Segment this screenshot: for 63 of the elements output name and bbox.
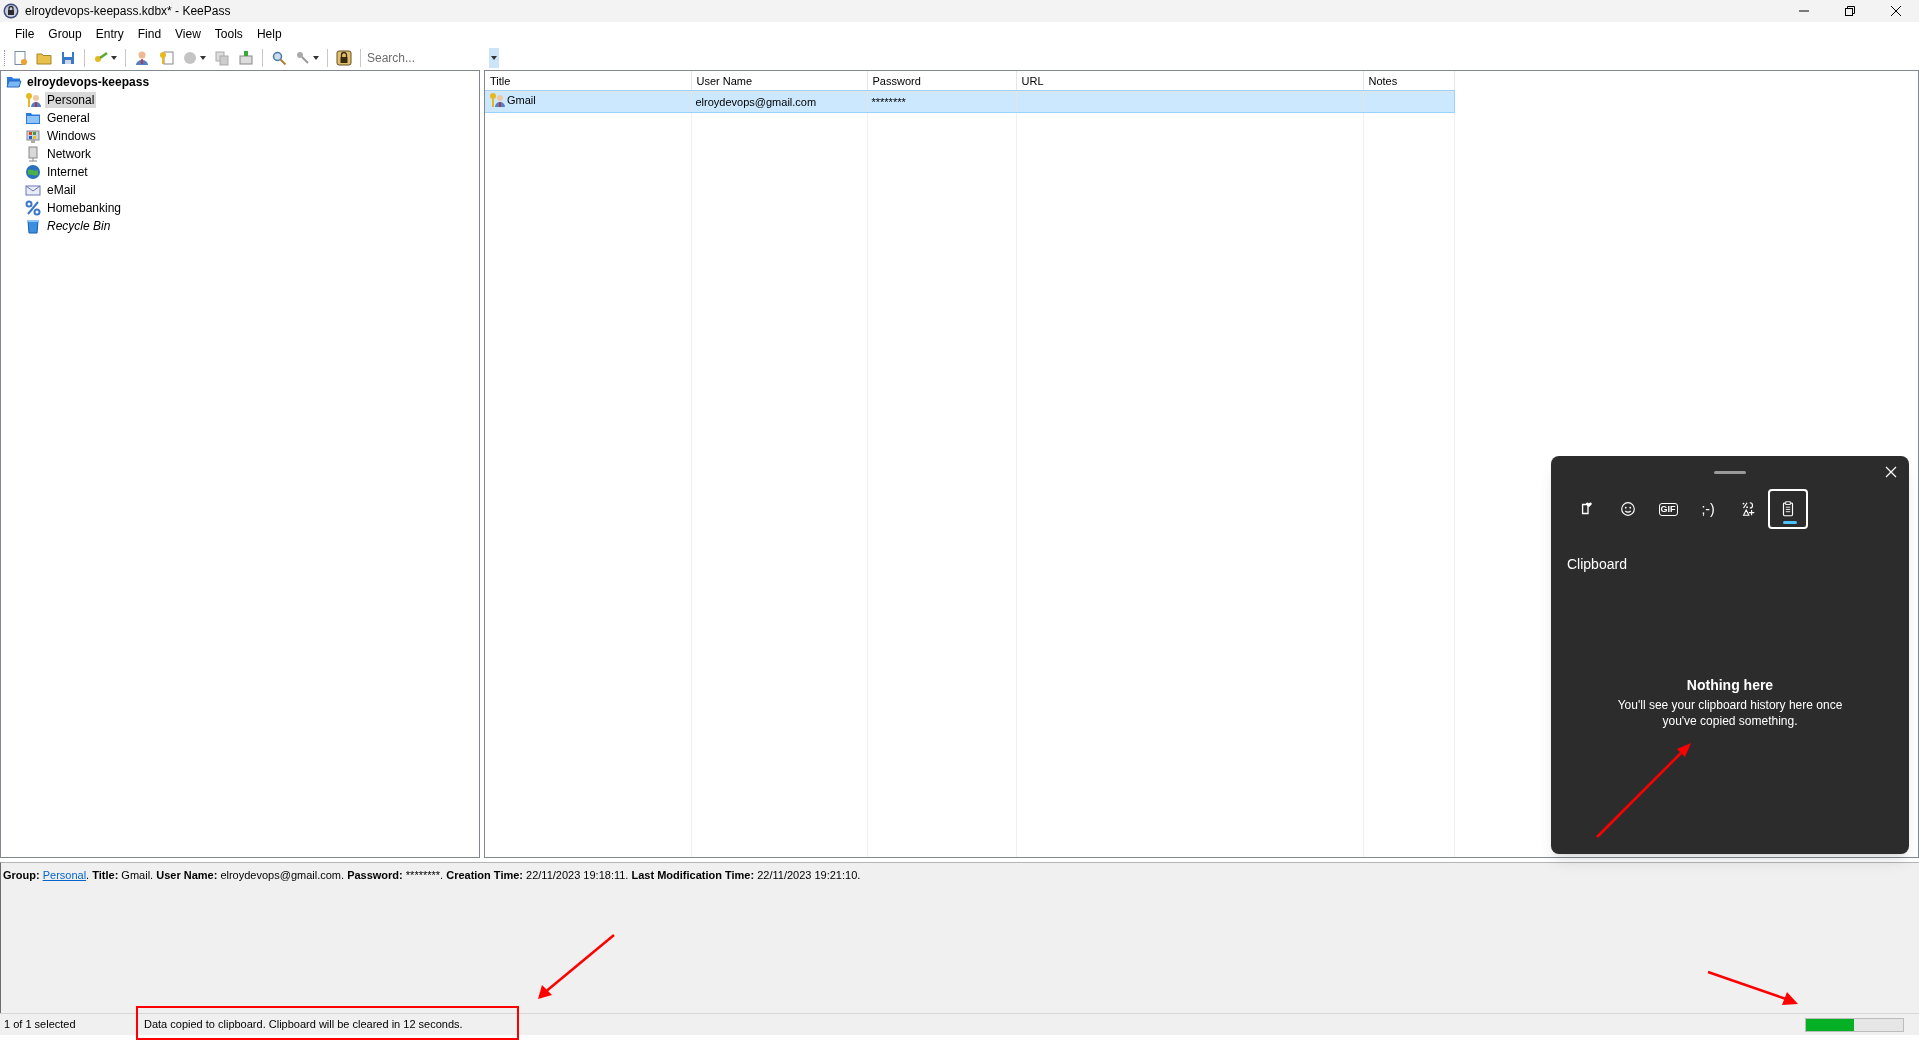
entry-details: Group: Personal. Title: Gmail. User Name: elroydevops@gmail.com. Password: ********. Creation Time: 22/11/2023 19:18:11. Last Modification Time: 22/11/2023 19:21:10. <box>3 868 862 883</box>
caret-icon <box>491 56 497 60</box>
panel-heading: Clipboard <box>1567 555 1628 574</box>
tree-item[interactable]: Personal <box>45 92 97 108</box>
envelope-icon <box>25 182 41 198</box>
server-icon <box>25 146 41 162</box>
table-cell-text: ******** <box>871 94 906 110</box>
tree-item[interactable]: Windows <box>45 128 98 144</box>
close-button[interactable] <box>1883 464 1899 480</box>
folder-icon <box>36 50 52 66</box>
app-lock-icon <box>3 3 19 19</box>
tree-item[interactable]: General <box>45 110 92 126</box>
percent-icon <box>25 200 41 216</box>
smiley-icon <box>1619 500 1637 518</box>
table-cell-text: elroydevops@gmail.com <box>695 94 817 110</box>
table-cell-text: Gmail <box>507 92 536 108</box>
key-card-icon <box>158 50 174 66</box>
keys-icon <box>295 50 311 66</box>
entry-row[interactable]: Gmail elroydevops@gmail.com ******** <box>485 91 1454 113</box>
restore-icon <box>1845 6 1855 16</box>
tree-item[interactable]: Network <box>45 146 93 162</box>
caret-icon <box>313 56 319 60</box>
status-message: Data copied to clipboard. Clipboard will be cleared in 12 seconds. <box>143 1017 463 1033</box>
tree-item[interactable]: Recycle Bin <box>45 218 113 234</box>
empty-state-message: You'll see your clipboard history here once you've copied something. <box>1616 697 1844 729</box>
menu-item[interactable]: Entry <box>88 24 131 44</box>
empty-state-title: Nothing here <box>1686 676 1774 695</box>
window-title: elroydevops-keepass.kdbx* - KeePass <box>25 3 231 20</box>
copy-icon <box>214 50 230 66</box>
tree-item[interactable]: eMail <box>45 182 78 198</box>
search-dropdown-button[interactable] <box>489 48 499 68</box>
menu-item[interactable]: Group <box>41 24 89 44</box>
tree-item[interactable]: Homebanking <box>45 200 124 216</box>
new-file-icon <box>12 50 28 66</box>
panel-tab[interactable] <box>1768 489 1808 529</box>
selection-count: 1 of 1 selected <box>3 1017 77 1033</box>
menu-item[interactable]: View <box>168 24 208 44</box>
save-icon <box>60 50 76 66</box>
lock-icon <box>336 50 352 66</box>
menu-item[interactable]: Help <box>249 24 289 44</box>
toolbar-button[interactable] <box>334 48 354 68</box>
tree-item[interactable]: Internet <box>45 164 90 180</box>
person-key-icon <box>489 91 505 108</box>
folder-icon <box>25 110 41 126</box>
menu-item[interactable]: Tools <box>207 24 250 44</box>
bin-icon <box>25 218 41 234</box>
search-field[interactable]: Search... <box>367 48 485 68</box>
menu-item[interactable]: File <box>8 24 42 44</box>
search-icon <box>271 50 287 66</box>
panel-tab[interactable]: ;-) <box>1688 489 1728 529</box>
tree-item[interactable]: elroydevops-keepass <box>27 73 150 91</box>
caret-icon <box>111 56 117 60</box>
computer-icon <box>25 128 41 144</box>
user-icon <box>134 50 150 66</box>
open-folder-icon <box>6 74 22 90</box>
package-icon <box>238 50 254 66</box>
drag-handle[interactable] <box>1714 470 1746 474</box>
menu-item[interactable]: Find <box>130 24 169 44</box>
panel-tab[interactable]: GIF <box>1648 489 1688 529</box>
person-key-icon <box>25 92 41 108</box>
close-icon <box>1891 6 1901 16</box>
caret-icon <box>200 56 206 60</box>
close-icon <box>1885 466 1897 478</box>
